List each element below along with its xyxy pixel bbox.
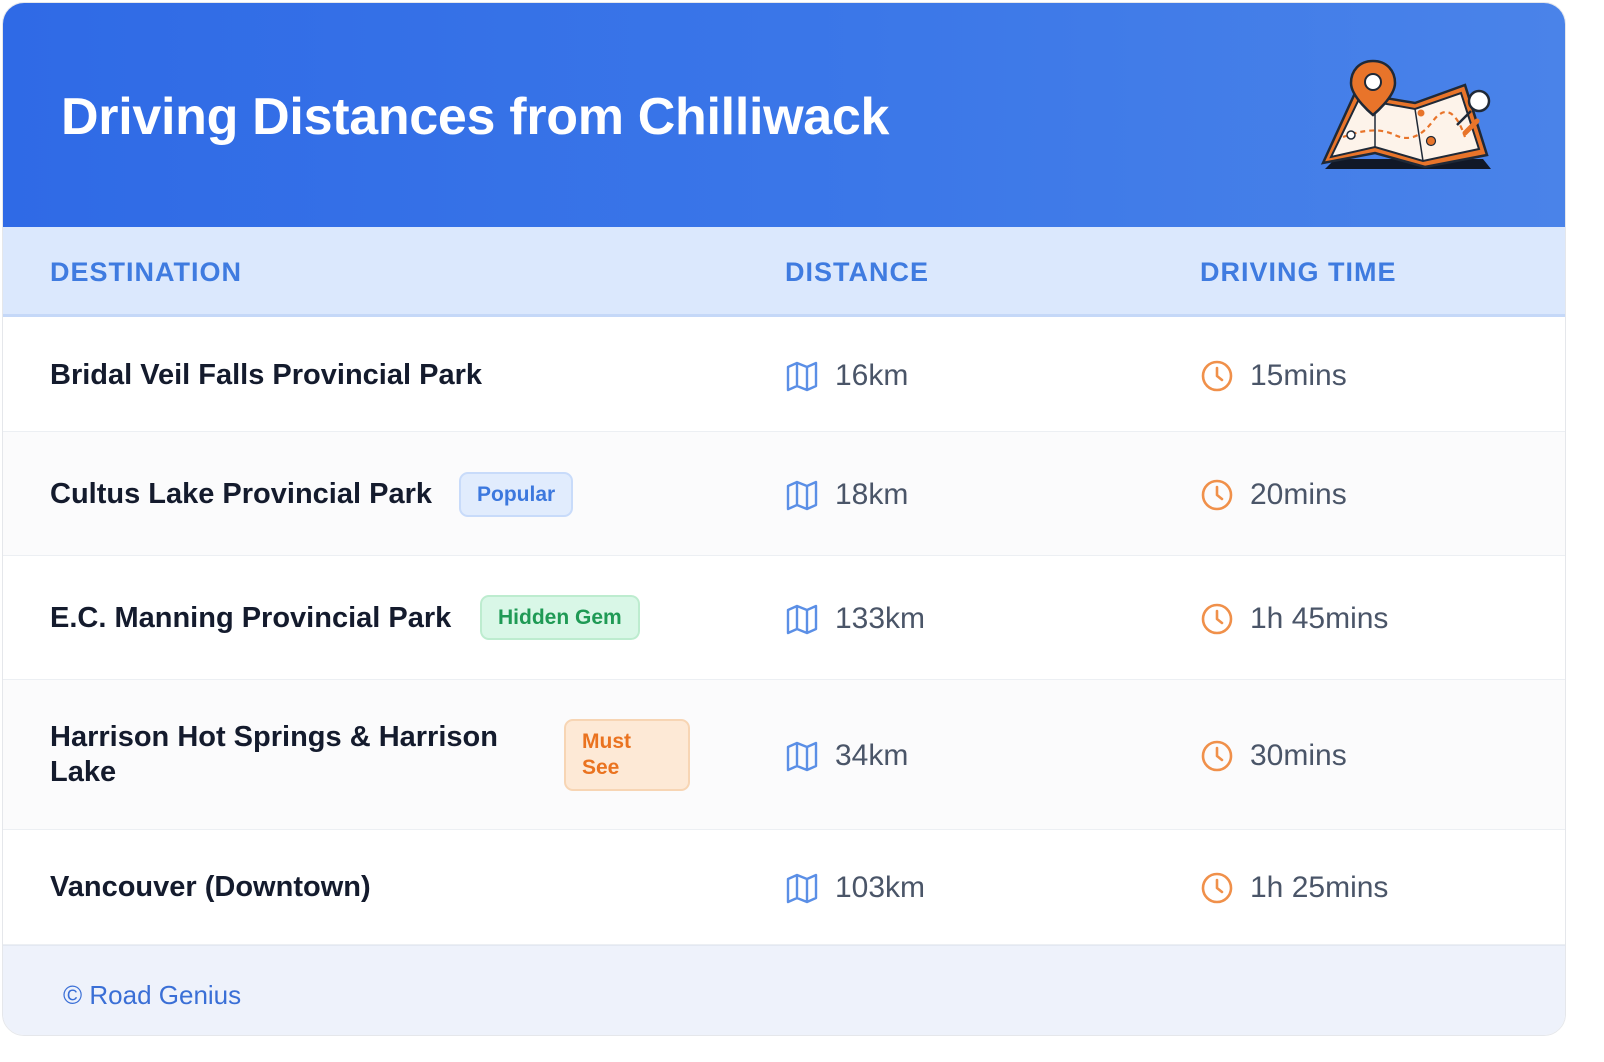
destination-name: Vancouver (Downtown) <box>50 871 371 903</box>
badge-must-see: Must See <box>564 719 690 791</box>
destination-name: Cultus Lake Provincial Park <box>50 478 432 510</box>
badge-popular: Popular <box>459 472 574 517</box>
column-header-driving-time: DRIVING TIME <box>1200 257 1397 287</box>
table-row: E.C. Manning Provincial Park Hidden Gem … <box>3 556 1565 680</box>
destination-name: E.C. Manning Provincial Park <box>50 602 452 634</box>
clock-icon <box>1201 479 1233 511</box>
driving-time-value: 30mins <box>1250 739 1347 772</box>
map-icon <box>786 361 818 392</box>
map-pin-illustration-icon <box>1320 59 1491 169</box>
distance-table-card: Driving Distances from Chilliwack DESTIN… <box>2 2 1566 1036</box>
column-header-distance: DISTANCE <box>785 257 930 287</box>
driving-time-value: 15mins <box>1250 359 1347 392</box>
distance-value: 34km <box>835 739 909 772</box>
distance-value: 18km <box>835 478 909 511</box>
table-row: Cultus Lake Provincial Park Popular 18km… <box>3 432 1565 556</box>
distance-value: 133km <box>835 602 926 635</box>
badge-hidden-gem: Hidden Gem <box>480 595 640 640</box>
table-row: Vancouver (Downtown) 103km 1h 25mins <box>3 830 1565 945</box>
header-banner: Driving Distances from Chilliwack <box>3 3 1565 227</box>
column-header-destination: DESTINATION <box>50 257 242 287</box>
destination-name: Bridal Veil Falls Provincial Park <box>50 359 482 391</box>
map-icon <box>786 604 818 635</box>
driving-time-value: 1h 25mins <box>1250 871 1389 904</box>
map-icon <box>786 741 818 772</box>
distance-value: 103km <box>835 871 926 904</box>
map-icon <box>786 873 818 904</box>
distance-value: 16km <box>835 359 909 392</box>
clock-icon <box>1201 740 1233 772</box>
clock-icon <box>1201 360 1233 392</box>
footer-credit: © Road Genius <box>63 980 242 1010</box>
map-icon <box>786 480 818 511</box>
driving-time-value: 20mins <box>1250 478 1347 511</box>
clock-icon <box>1201 603 1233 635</box>
page-title: Driving Distances from Chilliwack <box>61 88 890 146</box>
clock-icon <box>1201 872 1233 904</box>
table-header: DESTINATION DISTANCE DRIVING TIME <box>3 227 1565 317</box>
destination-name: Harrison Hot Springs & Harrison Lake <box>50 721 498 788</box>
driving-time-value: 1h 45mins <box>1250 602 1389 635</box>
footer: © Road Genius <box>3 945 1565 1035</box>
table-row: Bridal Veil Falls Provincial Park 16km 1… <box>3 320 1565 432</box>
table-row: Harrison Hot Springs & Harrison Lake Mus… <box>3 680 1565 830</box>
